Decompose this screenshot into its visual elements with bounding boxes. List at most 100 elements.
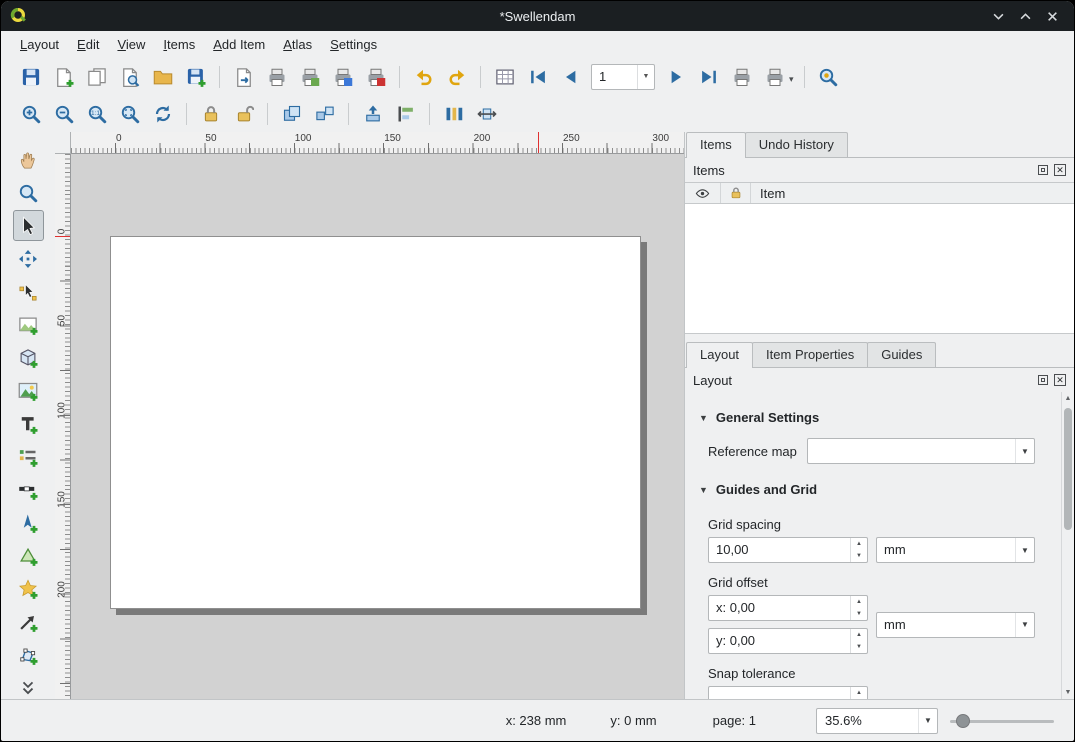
add-arrow-button[interactable] — [13, 606, 44, 637]
titlebar[interactable]: *Swellendam — [1, 1, 1074, 31]
scrollbar-down-icon[interactable]: ▼ — [1062, 689, 1074, 696]
zoom-actual-size-button[interactable]: 1:1 — [81, 98, 112, 129]
add-3d-map-button[interactable] — [13, 342, 44, 373]
redo-button[interactable] — [441, 61, 472, 92]
zoom-tool[interactable] — [13, 177, 44, 208]
menu-items[interactable]: Items — [154, 33, 204, 56]
add-shape-button[interactable] — [13, 540, 44, 571]
layout-manager-button[interactable] — [114, 61, 145, 92]
zoom-slider-handle[interactable] — [956, 714, 970, 728]
zoom-in-button[interactable] — [15, 98, 46, 129]
export-atlas-button-dropdown-arrow[interactable]: ▾ — [789, 74, 794, 85]
items-list[interactable] — [685, 204, 1074, 334]
vertical-ruler[interactable]: 050100150200 — [55, 154, 71, 699]
add-label-button[interactable] — [13, 408, 44, 439]
lock-items-button[interactable] — [195, 98, 226, 129]
edit-nodes-item-tool[interactable] — [13, 276, 44, 307]
unlock-items-button[interactable] — [228, 98, 259, 129]
menu-layout[interactable]: Layout — [11, 33, 68, 56]
add-marker-button[interactable] — [13, 573, 44, 604]
add-picture-button[interactable] — [13, 375, 44, 406]
zoom-full-extent-button[interactable] — [114, 98, 145, 129]
scrollbar-up-icon[interactable]: ▲ — [1062, 395, 1074, 402]
add-node-item-button[interactable] — [13, 639, 44, 670]
items-panel-tab-undo-history[interactable]: Undo History — [745, 132, 848, 157]
layout-panel-tab-item-properties[interactable]: Item Properties — [752, 342, 868, 367]
add-map-button[interactable] — [13, 309, 44, 340]
layout-canvas[interactable] — [71, 154, 684, 699]
resize-items-button[interactable] — [471, 98, 502, 129]
print-atlas-button[interactable] — [726, 61, 757, 92]
move-item-content-tool[interactable] — [13, 243, 44, 274]
add-items-from-template-button[interactable] — [147, 61, 178, 92]
atlas-previous-feature-button[interactable] — [555, 61, 586, 92]
save-as-template-button[interactable] — [180, 61, 211, 92]
zoom-level-combo[interactable]: 35.6% ▼ — [816, 708, 938, 734]
spin-up-icon[interactable]: ▲ — [851, 629, 867, 641]
raise-items-button[interactable] — [357, 98, 388, 129]
maximize-button[interactable] — [1018, 10, 1033, 23]
refresh-view-button[interactable] — [147, 98, 178, 129]
menu-view[interactable]: View — [108, 33, 154, 56]
layout-panel-float-button[interactable] — [1038, 375, 1048, 385]
grid-offset-unit-combo[interactable]: mm ▼ — [876, 612, 1035, 638]
menu-atlas[interactable]: Atlas — [274, 33, 321, 56]
guides-and-grid-section-header[interactable]: ▼ Guides and Grid — [685, 464, 1061, 505]
select-move-item-tool[interactable] — [13, 210, 44, 241]
export-as-pdf-button[interactable] — [360, 61, 391, 92]
layout-panel-tab-layout[interactable]: Layout — [686, 342, 753, 367]
group-items-button[interactable] — [276, 98, 307, 129]
ungroup-items-button[interactable] — [309, 98, 340, 129]
snap-tolerance-spinbox[interactable]: ▲▼ — [708, 686, 868, 699]
properties-scrollbar[interactable]: ▲ ▼ — [1061, 392, 1074, 699]
export-atlas-button[interactable] — [759, 61, 790, 92]
grid-spacing-spinbox[interactable]: 10,00 ▲▼ — [708, 537, 868, 563]
add-legend-button[interactable] — [13, 441, 44, 472]
align-items-button[interactable] — [390, 98, 421, 129]
close-button[interactable] — [1045, 9, 1060, 24]
items-panel-tab-items[interactable]: Items — [686, 132, 746, 157]
atlas-first-feature-button[interactable] — [522, 61, 553, 92]
undo-button[interactable] — [408, 61, 439, 92]
spin-down-icon[interactable]: ▼ — [851, 608, 867, 620]
layout-panel-close-button[interactable]: ✕ — [1054, 374, 1066, 386]
add-scalebar-button[interactable] — [13, 474, 44, 505]
menu-add-item[interactable]: Add Item — [204, 33, 274, 56]
preview-atlas-button[interactable] — [813, 61, 844, 92]
spin-up-icon[interactable]: ▲ — [851, 596, 867, 608]
atlas-settings-button[interactable] — [489, 61, 520, 92]
grid-offset-y-spinbox[interactable]: y: 0,00 ▲▼ — [708, 628, 868, 654]
grid-spacing-unit-combo[interactable]: mm ▼ — [876, 537, 1035, 563]
items-panel-float-button[interactable] — [1038, 165, 1048, 175]
minimize-button[interactable] — [991, 10, 1006, 23]
chevron-down-icon[interactable]: ▼ — [637, 65, 654, 89]
atlas-last-feature-button[interactable] — [693, 61, 724, 92]
save-project-button[interactable] — [15, 61, 46, 92]
scrollbar-thumb[interactable] — [1064, 408, 1072, 530]
more-tools-button[interactable] — [13, 672, 44, 699]
menu-settings[interactable]: Settings — [321, 33, 386, 56]
atlas-next-feature-button[interactable] — [660, 61, 691, 92]
pan-tool[interactable] — [13, 144, 44, 175]
layout-panel-tab-guides[interactable]: Guides — [867, 342, 936, 367]
export-as-svg-button[interactable] — [327, 61, 358, 92]
menu-edit[interactable]: Edit — [68, 33, 108, 56]
add-north-arrow-button[interactable] — [13, 507, 44, 538]
distribute-items-button[interactable] — [438, 98, 469, 129]
zoom-out-button[interactable] — [48, 98, 79, 129]
spin-down-icon[interactable]: ▼ — [851, 550, 867, 562]
new-layout-button[interactable] — [48, 61, 79, 92]
print-layout-button[interactable] — [261, 61, 292, 92]
export-layout-button[interactable] — [228, 61, 259, 92]
export-as-image-button[interactable] — [294, 61, 325, 92]
horizontal-ruler[interactable]: 050100150200250300 — [71, 132, 684, 154]
zoom-slider[interactable] — [950, 711, 1054, 731]
spin-up-icon[interactable]: ▲ — [851, 538, 867, 550]
duplicate-layout-button[interactable] — [81, 61, 112, 92]
spin-up-icon[interactable]: ▲ — [851, 687, 867, 699]
layout-page[interactable] — [110, 236, 641, 609]
grid-offset-x-spinbox[interactable]: x: 0,00 ▲▼ — [708, 595, 868, 621]
spin-down-icon[interactable]: ▼ — [851, 641, 867, 653]
reference-map-combo[interactable]: ▼ — [807, 438, 1035, 464]
items-panel-close-button[interactable]: ✕ — [1054, 164, 1066, 176]
